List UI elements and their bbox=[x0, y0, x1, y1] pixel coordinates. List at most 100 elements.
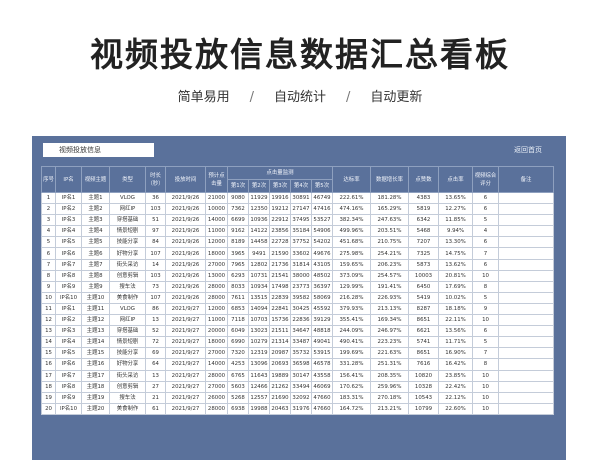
table-cell[interactable]: 26000 bbox=[205, 391, 228, 404]
table-cell[interactable]: 6 bbox=[472, 191, 499, 205]
table-cell[interactable]: 美食制作 bbox=[109, 402, 146, 415]
table-cell[interactable]: 主题1 bbox=[81, 191, 110, 205]
table-cell[interactable]: 6990 bbox=[227, 336, 249, 349]
table-cell[interactable]: 12319 bbox=[248, 347, 270, 360]
table-cell[interactable]: 主题11 bbox=[81, 302, 110, 316]
table-cell[interactable] bbox=[498, 225, 554, 238]
table-cell[interactable]: 19916 bbox=[269, 191, 291, 205]
table-cell[interactable]: 主题13 bbox=[81, 325, 110, 338]
table-cell[interactable]: 28000 bbox=[205, 280, 228, 293]
table-cell[interactable]: 103 bbox=[145, 269, 166, 282]
table-cell[interactable]: 主题18 bbox=[81, 380, 110, 393]
table-cell[interactable]: 主题9 bbox=[81, 280, 110, 293]
table-cell[interactable]: 8189 bbox=[227, 236, 249, 249]
table-cell[interactable]: 5468 bbox=[408, 225, 439, 238]
table-cell[interactable]: 226.93% bbox=[370, 291, 409, 304]
table-cell[interactable]: 47660 bbox=[311, 402, 333, 415]
table-cell[interactable]: 12000 bbox=[205, 236, 228, 249]
table-cell[interactable]: 主题2 bbox=[81, 203, 110, 216]
table-cell[interactable]: 20693 bbox=[269, 358, 291, 371]
table-cell[interactable]: 6853 bbox=[227, 302, 249, 316]
table-cell[interactable]: 19988 bbox=[248, 402, 270, 415]
table-cell[interactable]: IP名10 bbox=[55, 402, 82, 415]
table-cell[interactable] bbox=[498, 369, 554, 382]
table-cell[interactable]: 14.75% bbox=[438, 247, 473, 260]
table-cell[interactable]: 10703 bbox=[248, 314, 270, 327]
table-cell[interactable]: 11929 bbox=[248, 191, 270, 205]
table-cell[interactable]: 14458 bbox=[248, 236, 270, 249]
table-cell[interactable]: 53915 bbox=[311, 347, 333, 360]
table-cell[interactable]: 33602 bbox=[290, 247, 312, 260]
table-cell[interactable]: 12557 bbox=[248, 391, 270, 404]
table-cell[interactable]: 2021/9/27 bbox=[165, 380, 206, 393]
table-cell[interactable] bbox=[498, 269, 554, 282]
table-cell[interactable]: 48502 bbox=[311, 269, 333, 282]
table-cell[interactable]: 8 bbox=[41, 269, 56, 282]
table-cell[interactable]: 10799 bbox=[408, 402, 439, 415]
table-cell[interactable]: 2021/9/27 bbox=[165, 336, 206, 349]
table-cell[interactable]: 21541 bbox=[269, 269, 291, 282]
table-cell[interactable]: 7611 bbox=[227, 291, 249, 304]
table-cell[interactable] bbox=[498, 314, 554, 327]
table-cell[interactable]: 9080 bbox=[227, 191, 249, 205]
table-cell[interactable]: 13.65% bbox=[438, 191, 473, 205]
table-cell[interactable]: VLOG bbox=[109, 302, 146, 316]
table-cell[interactable]: 5 bbox=[41, 236, 56, 249]
table-cell[interactable]: 170.62% bbox=[332, 380, 371, 393]
table-cell[interactable]: 247.63% bbox=[370, 214, 409, 227]
table-cell[interactable]: 6 bbox=[472, 325, 499, 338]
table-cell[interactable]: 穿搭基础 bbox=[109, 325, 146, 338]
table-cell[interactable]: 43558 bbox=[311, 369, 333, 382]
table-cell[interactable]: 21590 bbox=[269, 247, 291, 260]
table-cell[interactable]: 6450 bbox=[408, 280, 439, 293]
table-cell[interactable] bbox=[498, 291, 554, 304]
table-cell[interactable]: 30147 bbox=[290, 369, 312, 382]
table-cell[interactable]: 主题10 bbox=[81, 291, 110, 304]
table-cell[interactable]: 35732 bbox=[290, 347, 312, 360]
table-cell[interactable]: 主题14 bbox=[81, 336, 110, 349]
table-cell[interactable]: 379.93% bbox=[332, 302, 371, 316]
table-cell[interactable] bbox=[498, 258, 554, 271]
table-cell[interactable]: 6765 bbox=[227, 369, 249, 382]
table-cell[interactable]: 129.99% bbox=[332, 280, 371, 293]
table-cell[interactable]: 13 bbox=[41, 325, 56, 338]
table-cell[interactable]: 270.18% bbox=[370, 391, 409, 404]
table-cell[interactable]: 18000 bbox=[205, 247, 228, 260]
table-cell[interactable]: 10934 bbox=[248, 280, 270, 293]
table-cell[interactable]: 251.31% bbox=[370, 358, 409, 371]
table-cell[interactable]: IP名9 bbox=[55, 280, 82, 293]
table-cell[interactable]: IP名3 bbox=[55, 325, 82, 338]
home-button[interactable]: 返回首页 bbox=[514, 145, 542, 155]
table-cell[interactable]: 6938 bbox=[227, 402, 249, 415]
table-cell[interactable]: 14094 bbox=[248, 302, 270, 316]
table-cell[interactable]: 17498 bbox=[269, 280, 291, 293]
table-cell[interactable]: IP名8 bbox=[55, 269, 82, 282]
table-cell[interactable]: 16 bbox=[41, 358, 56, 371]
table-cell[interactable]: 4 bbox=[472, 225, 499, 238]
table-cell[interactable]: 18 bbox=[41, 380, 56, 393]
table-cell[interactable]: 10 bbox=[472, 380, 499, 393]
table-cell[interactable]: 10 bbox=[472, 369, 499, 382]
table-cell[interactable]: 2021/9/27 bbox=[165, 358, 206, 371]
table-cell[interactable]: 13 bbox=[145, 369, 166, 382]
table-cell[interactable] bbox=[498, 302, 554, 316]
table-cell[interactable]: 103 bbox=[145, 203, 166, 216]
table-cell[interactable]: 38000 bbox=[290, 269, 312, 282]
table-cell[interactable]: 14 bbox=[41, 336, 56, 349]
table-cell[interactable]: 19212 bbox=[269, 203, 291, 216]
table-cell[interactable]: 35184 bbox=[290, 225, 312, 238]
table-cell[interactable]: 20000 bbox=[205, 325, 228, 338]
table-cell[interactable]: 3 bbox=[41, 214, 56, 227]
table-cell[interactable]: 11.85% bbox=[438, 214, 473, 227]
table-cell[interactable] bbox=[498, 391, 554, 404]
table-cell[interactable]: 主题6 bbox=[81, 247, 110, 260]
table-cell[interactable]: 86 bbox=[145, 302, 166, 316]
table-cell[interactable]: 主题16 bbox=[81, 358, 110, 371]
table-cell[interactable]: 10000 bbox=[205, 203, 228, 216]
table-cell[interactable]: IP名2 bbox=[55, 314, 82, 327]
table-cell[interactable]: 97 bbox=[145, 225, 166, 238]
table-cell[interactable]: 22.42% bbox=[438, 380, 473, 393]
table-cell[interactable]: 6621 bbox=[408, 325, 439, 338]
table-cell[interactable]: 10543 bbox=[408, 391, 439, 404]
table-cell[interactable]: 64 bbox=[145, 358, 166, 371]
